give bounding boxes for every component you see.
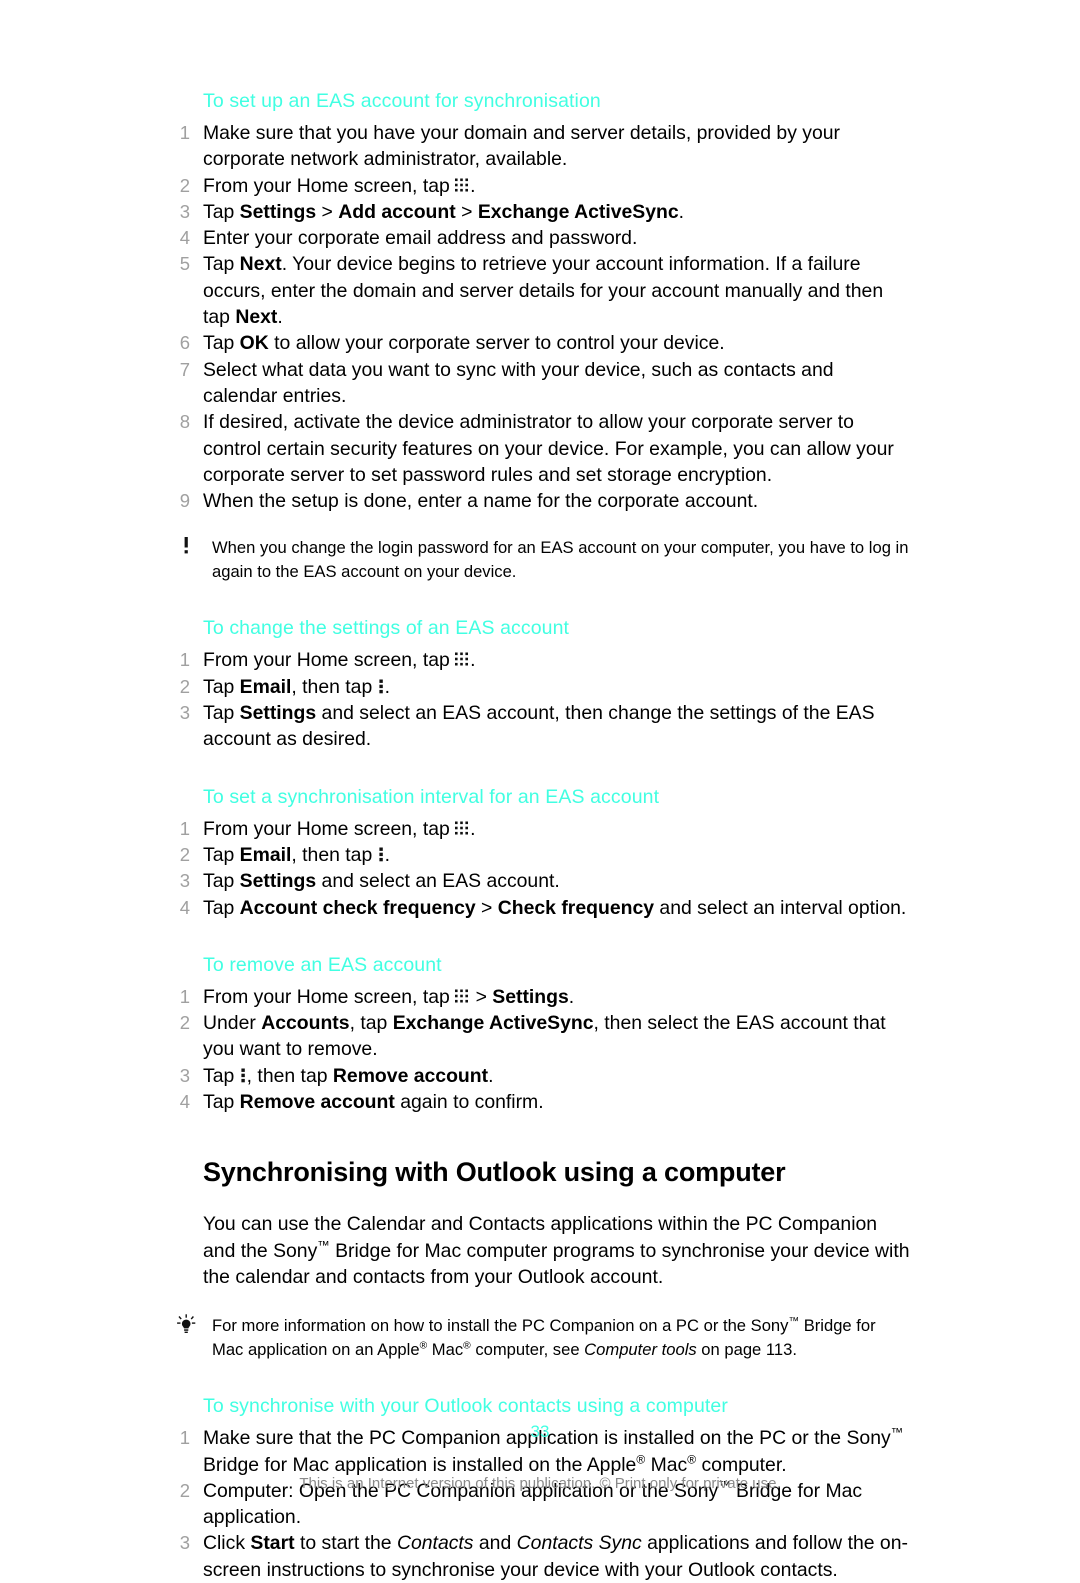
list-item: 4 Tap Remove account again to confirm. bbox=[170, 1089, 910, 1115]
app-grid-icon bbox=[455, 989, 470, 1004]
step-text: Tap Settings and select an EAS account, … bbox=[203, 702, 875, 751]
note-text: When you change the login password for a… bbox=[212, 538, 909, 582]
heading-outlook-contacts-sync: To synchronise with your Outlook contact… bbox=[203, 1395, 728, 1418]
overflow-menu-icon bbox=[378, 679, 385, 694]
step-number: 4 bbox=[179, 227, 190, 249]
overflow-menu-icon bbox=[240, 1068, 247, 1083]
list-item: 2 From your Home screen, tap . bbox=[170, 173, 910, 199]
heading-eas-change-settings: To change the settings of an EAS account bbox=[203, 617, 570, 640]
step-text: Tap Settings > Add account > Exchange Ac… bbox=[203, 200, 685, 223]
step-number: 2 bbox=[179, 174, 190, 196]
step-text: From your Home screen, tap . bbox=[203, 174, 476, 197]
app-grid-icon bbox=[455, 178, 470, 193]
list-item: 2 Under Accounts, tap Exchange ActiveSyn… bbox=[170, 1010, 910, 1063]
step-number: 6 bbox=[179, 332, 190, 354]
step-number: 2 bbox=[179, 843, 190, 865]
step-text: Tap Remove account again to confirm. bbox=[203, 1091, 544, 1114]
step-text: From your Home screen, tap . bbox=[203, 817, 476, 840]
list-item: 3 Click Start to start the Contacts and … bbox=[170, 1530, 910, 1583]
step-number: 4 bbox=[179, 1091, 190, 1113]
step-text: If desired, activate the device administ… bbox=[203, 411, 894, 486]
step-number: 3 bbox=[179, 870, 190, 892]
list-item: 3 Tap Settings and select an EAS account… bbox=[170, 868, 910, 894]
step-number: 1 bbox=[179, 817, 190, 839]
exclamation-note-icon bbox=[174, 536, 200, 560]
step-number: 9 bbox=[179, 490, 190, 512]
list-item: 9 When the setup is done, enter a name f… bbox=[170, 488, 910, 514]
app-grid-icon bbox=[455, 652, 470, 667]
steps-outlook-contacts-sync: 1 Make sure that the PC Companion applic… bbox=[170, 1425, 910, 1583]
list-item: 1 Make sure that you have your domain an… bbox=[170, 120, 910, 173]
list-item: 1 From your Home screen, tap . bbox=[170, 816, 910, 842]
list-item: 2 Tap Email, then tap . bbox=[170, 842, 910, 868]
step-text: Enter your corporate email address and p… bbox=[203, 227, 638, 250]
lightbulb-tip-icon bbox=[174, 1314, 200, 1338]
list-item: 7 Select what data you want to sync with… bbox=[170, 357, 910, 410]
list-item: 3 Tap Settings > Add account > Exchange … bbox=[170, 199, 910, 225]
step-text: Tap OK to allow your corporate server to… bbox=[203, 332, 725, 355]
document-page: To set up an EAS account for synchronisa… bbox=[0, 0, 1080, 1581]
step-text: When the setup is done, enter a name for… bbox=[203, 490, 759, 513]
step-text: Tap Email, then tap . bbox=[203, 843, 391, 866]
heading-eas-remove: To remove an EAS account bbox=[203, 953, 442, 976]
list-item: 4 Tap Account check frequency > Check fr… bbox=[170, 895, 910, 921]
step-number: 1 bbox=[179, 122, 190, 143]
step-text: Tap Settings and select an EAS account. bbox=[203, 870, 560, 893]
step-number: 3 bbox=[179, 1064, 190, 1086]
page-title: Synchronising with Outlook using a compu… bbox=[203, 1157, 786, 1188]
list-item: 8 If desired, activate the device admini… bbox=[170, 409, 910, 488]
heading-eas-sync-interval: To set a synchronisation interval for an… bbox=[203, 785, 660, 808]
list-item: 1 From your Home screen, tap > Settings. bbox=[170, 984, 910, 1010]
step-number: 2 bbox=[179, 1012, 190, 1034]
outlook-intro-paragraph: You can use the Calendar and Contacts ap… bbox=[203, 1213, 910, 1288]
tip-callout-computer-tools: For more information on how to install t… bbox=[170, 1314, 910, 1362]
step-text: From your Home screen, tap . bbox=[203, 649, 476, 672]
app-grid-icon bbox=[455, 821, 470, 836]
list-item: 3 Tap , then tap Remove account. bbox=[170, 1063, 910, 1089]
step-number: 1 bbox=[179, 985, 190, 1007]
note-callout-eas-password: When you change the login password for a… bbox=[170, 536, 910, 584]
step-text: Tap Next. Your device begins to retrieve… bbox=[203, 253, 884, 329]
step-text: Tap Account check frequency > Check freq… bbox=[203, 896, 907, 919]
step-number: 3 bbox=[179, 1532, 190, 1554]
overflow-menu-icon bbox=[378, 847, 385, 862]
step-number: 2 bbox=[179, 675, 190, 697]
footer-copyright-note: This is an Internet version of this publ… bbox=[299, 1475, 781, 1492]
step-number: 7 bbox=[179, 358, 190, 380]
list-item: 6 Tap OK to allow your corporate server … bbox=[170, 330, 910, 356]
steps-eas-change-settings: 1 From your Home screen, tap . 2 Tap Ema… bbox=[170, 647, 910, 752]
heading-eas-setup: To set up an EAS account for synchronisa… bbox=[203, 90, 601, 112]
step-number: 4 bbox=[179, 896, 190, 918]
tip-text: For more information on how to install t… bbox=[212, 1315, 876, 1360]
steps-eas-remove: 1 From your Home screen, tap > Settings.… bbox=[170, 984, 910, 1115]
step-text: Make sure that you have your domain and … bbox=[203, 122, 841, 171]
step-text: Under Accounts, tap Exchange ActiveSync,… bbox=[203, 1012, 886, 1061]
step-text: Select what data you want to sync with y… bbox=[203, 358, 834, 407]
list-item: 2 Tap Email, then tap . bbox=[170, 674, 910, 700]
steps-eas-sync-interval: 1 From your Home screen, tap . 2 Tap Ema… bbox=[170, 816, 910, 921]
list-item: 1 From your Home screen, tap . bbox=[170, 647, 910, 673]
step-text: Tap Email, then tap . bbox=[203, 675, 391, 698]
step-text: From your Home screen, tap > Settings. bbox=[203, 985, 575, 1008]
step-text: Tap , then tap Remove account. bbox=[203, 1064, 494, 1087]
list-item: 3 Tap Settings and select an EAS account… bbox=[170, 700, 910, 753]
step-number: 8 bbox=[179, 411, 190, 433]
list-item: 4 Enter your corporate email address and… bbox=[170, 225, 910, 251]
step-text: Click Start to start the Contacts and Co… bbox=[203, 1532, 908, 1581]
page-content: To set up an EAS account for synchronisa… bbox=[170, 88, 910, 1583]
page-number: 33 bbox=[530, 1422, 550, 1441]
step-number: 5 bbox=[179, 253, 190, 275]
step-number: 1 bbox=[179, 649, 190, 671]
step-number: 3 bbox=[179, 200, 190, 222]
step-number: 3 bbox=[179, 702, 190, 724]
steps-eas-setup: 1 Make sure that you have your domain an… bbox=[170, 120, 910, 514]
list-item: 5 Tap Next. Your device begins to retrie… bbox=[170, 251, 910, 330]
